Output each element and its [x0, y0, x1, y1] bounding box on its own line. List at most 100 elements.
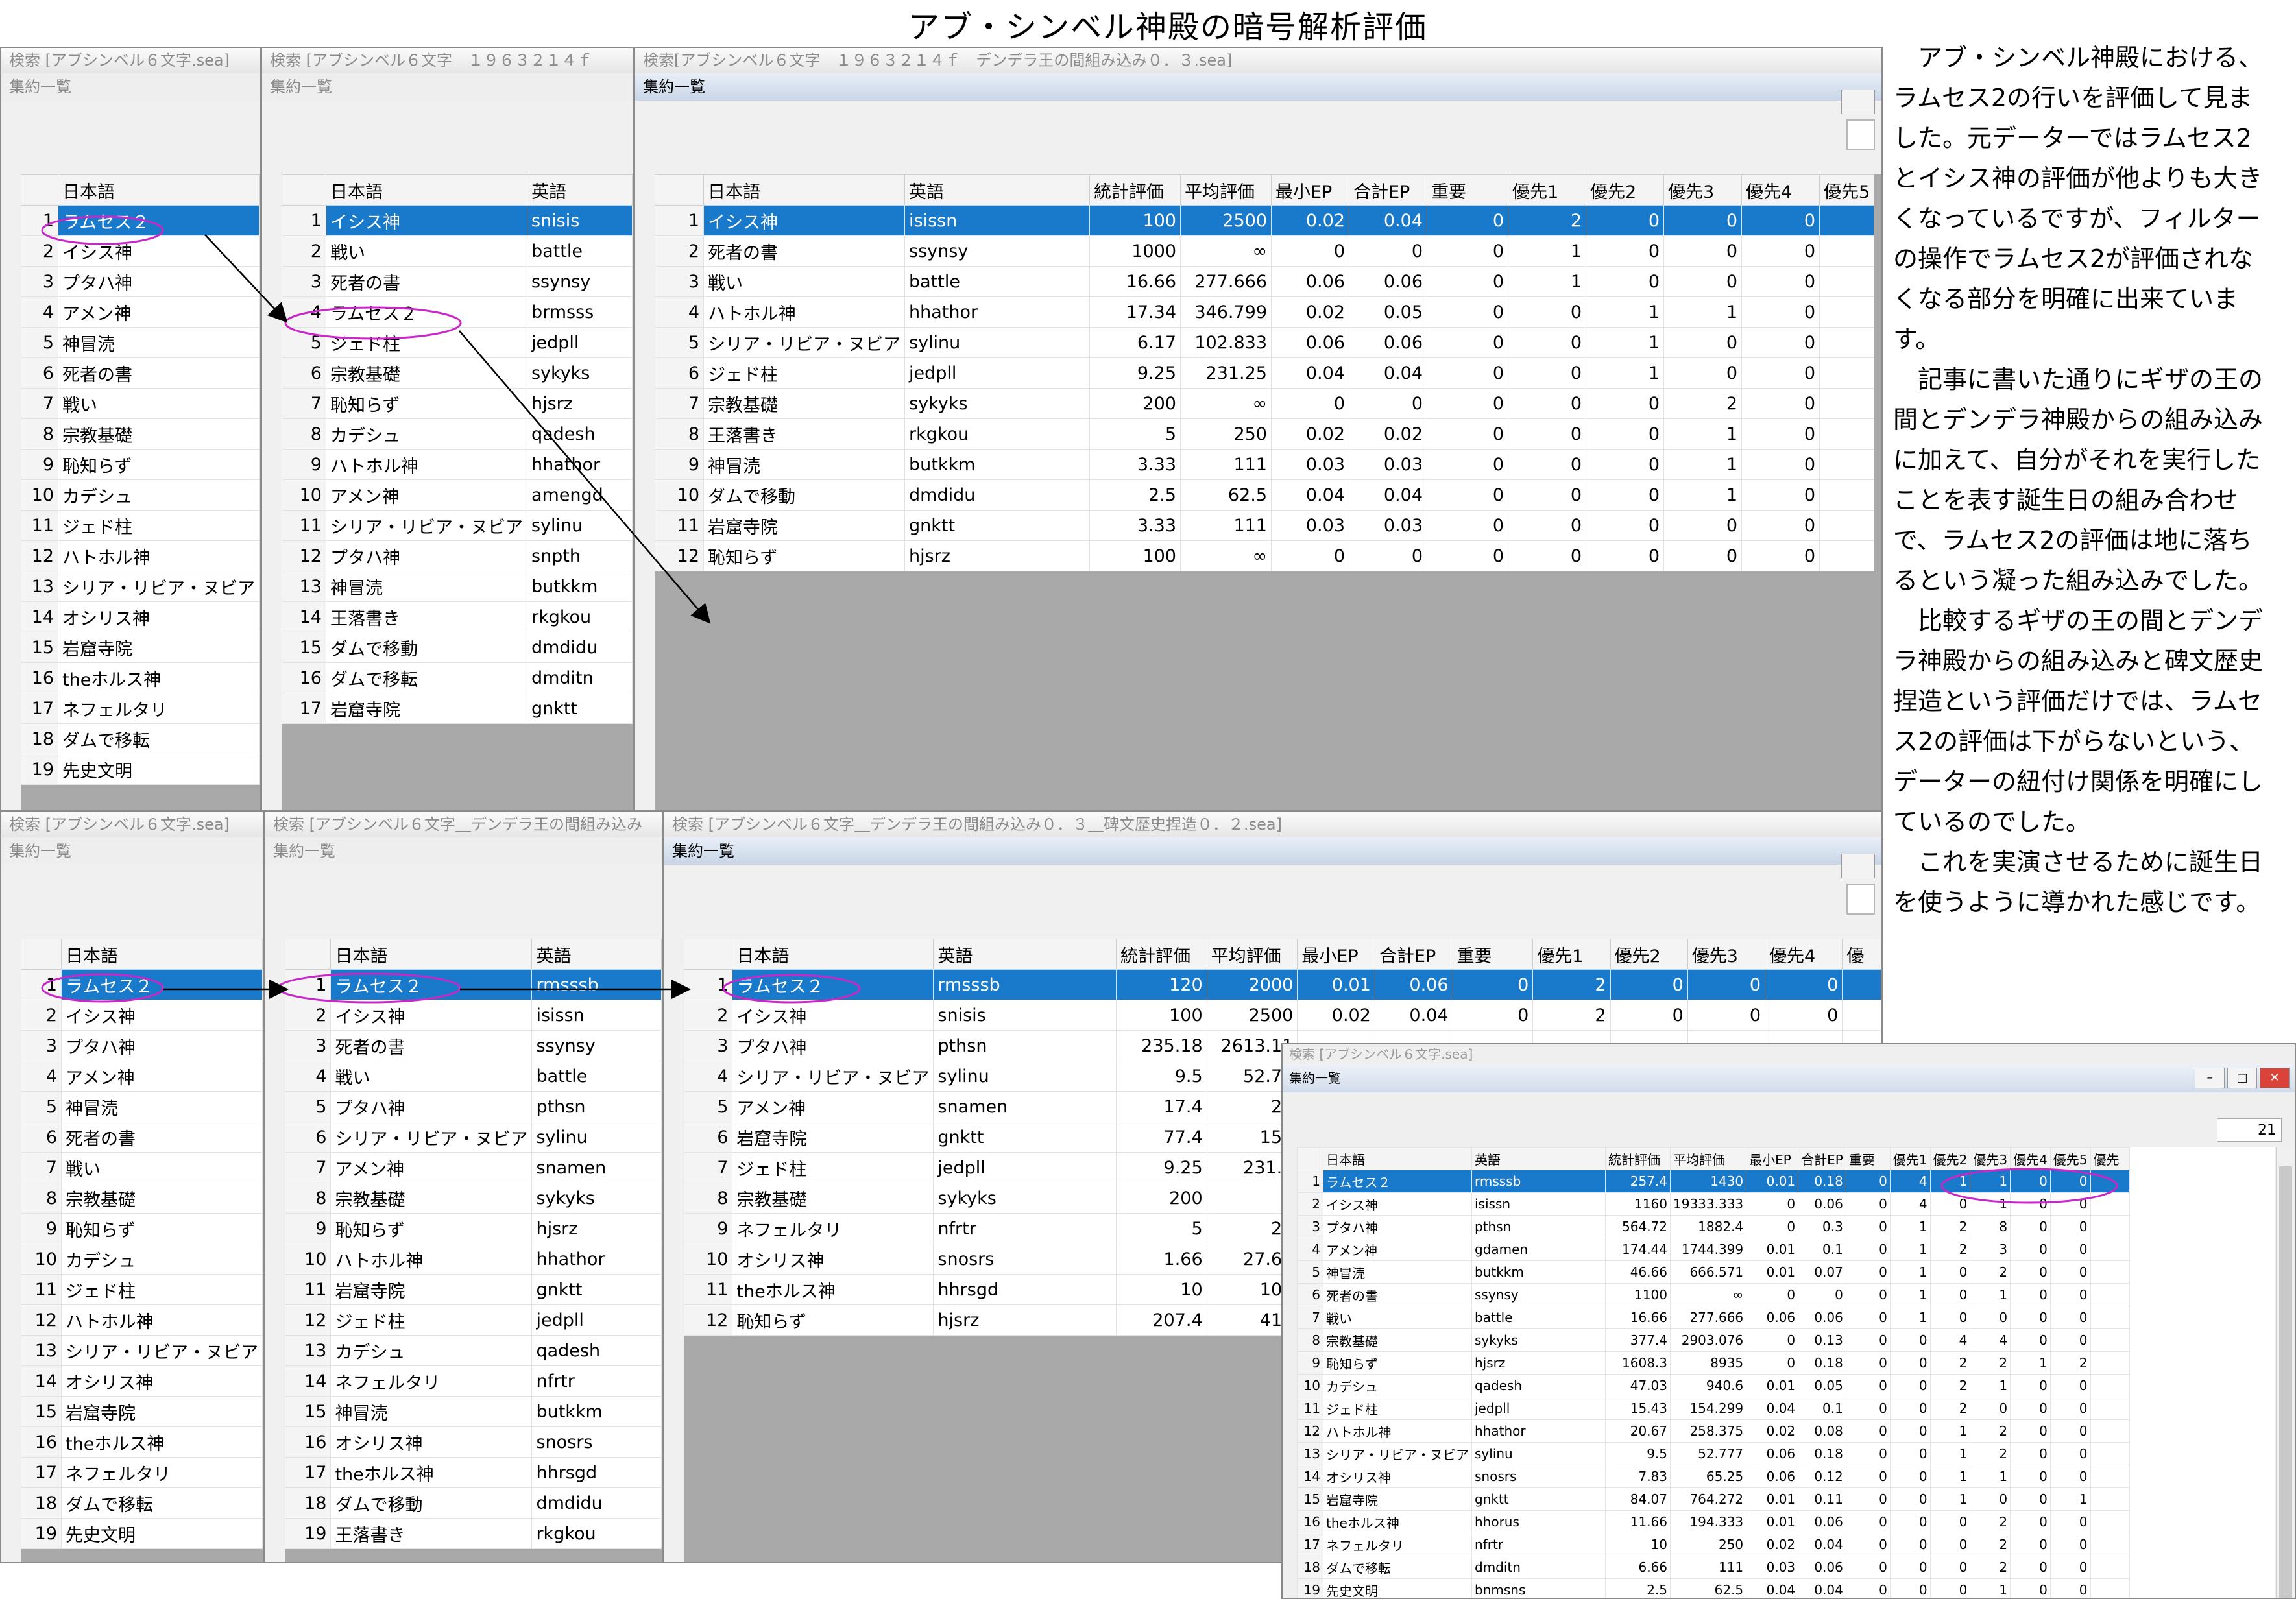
row-number[interactable]: 17: [285, 1457, 332, 1488]
table-row[interactable]: 9 ハトホル神 hhathor: [282, 449, 633, 480]
row-number[interactable]: 2: [655, 235, 704, 267]
table-cell[interactable]: [1819, 235, 1875, 267]
table-cell[interactable]: 0: [1765, 969, 1843, 1000]
table-cell[interactable]: 16.66: [1089, 266, 1181, 297]
table-cell[interactable]: 0: [1687, 1000, 1766, 1031]
table-cell[interactable]: pthsn: [1471, 1215, 1606, 1238]
table-cell[interactable]: 1: [1586, 357, 1664, 389]
row-number[interactable]: 11: [285, 1274, 332, 1305]
table-cell[interactable]: [2090, 1306, 2130, 1329]
table-cell[interactable]: 1: [1970, 1283, 2011, 1306]
table-cell[interactable]: ハトホル神: [325, 449, 527, 480]
table-cell[interactable]: 0: [2010, 1374, 2051, 1397]
table-cell[interactable]: 0: [1508, 449, 1586, 480]
table-cell[interactable]: [2090, 1465, 2130, 1488]
table-cell[interactable]: シリア・リビア・ヌビア: [58, 571, 260, 602]
table-row[interactable]: 7 アメン神 snamen: [285, 1152, 662, 1183]
table-cell[interactable]: 0: [2010, 1215, 2051, 1238]
table-cell[interactable]: 1: [1929, 1465, 1971, 1488]
table-cell[interactable]: 4: [1889, 1192, 1931, 1216]
column-header[interactable]: 統計評価: [1089, 174, 1181, 206]
table-cell[interactable]: 231.25: [1180, 357, 1272, 389]
table-cell[interactable]: 0: [1889, 1419, 1931, 1443]
row-number[interactable]: 2: [21, 235, 58, 267]
table-cell[interactable]: ラムセス２: [325, 296, 527, 328]
table-row[interactable]: 15 岩窟寺院 gnktt 84.07 764.272 0.01 0.11 0 0 1 0 0 1: [1297, 1487, 2130, 1511]
table-cell[interactable]: 1.66: [1116, 1244, 1207, 1275]
table-cell[interactable]: 0: [2049, 1465, 2091, 1488]
table-row[interactable]: 1 イシス神 isissn 100 2500 0.02 0.04 0 2 0 0 0: [655, 205, 1875, 236]
table-cell[interactable]: [2090, 1351, 2130, 1375]
table-cell[interactable]: ジェド柱: [732, 1152, 934, 1183]
table-row[interactable]: 2 イシス神 snisis 100 2500 0.02 0.04 0 2 0 0 0: [684, 1000, 1881, 1031]
row-number-header[interactable]: [684, 939, 733, 970]
table-cell[interactable]: 0.18: [1798, 1170, 1846, 1193]
table-cell[interactable]: 恥知らず: [703, 540, 905, 571]
row-number[interactable]: 8: [1297, 1328, 1323, 1352]
inset-window-title[interactable]: 検索 [アブシンベル６文字.sea]: [1283, 1044, 2295, 1064]
table-row[interactable]: 2 イシス神 isissn: [285, 1000, 662, 1031]
table-cell[interactable]: ∞: [1669, 1283, 1747, 1306]
window-title[interactable]: 検索 [アブシンベル６文字＿１９６３２１４ｆ: [262, 48, 633, 73]
table-cell[interactable]: 0: [2010, 1487, 2051, 1511]
table-cell[interactable]: 1: [1970, 1170, 2011, 1193]
column-header[interactable]: 優先2: [1610, 939, 1688, 970]
column-header[interactable]: 優先3: [1970, 1147, 2011, 1170]
column-header[interactable]: 平均評価: [1669, 1147, 1747, 1170]
row-number[interactable]: 5: [285, 1091, 332, 1122]
table-cell[interactable]: snpth: [526, 540, 633, 571]
table-cell[interactable]: 0: [1508, 296, 1586, 328]
table-cell[interactable]: 0: [1889, 1556, 1931, 1579]
table-cell[interactable]: 0: [1845, 1215, 1891, 1238]
row-number[interactable]: 1: [1297, 1170, 1323, 1193]
table-row[interactable]: 3 プタハ神 pthsn 564.72 1882.4 0 0.3 0 1 2 8 0 0: [1297, 1215, 2130, 1238]
table-cell[interactable]: hjsrz: [526, 388, 633, 419]
table-cell[interactable]: 0: [1586, 418, 1664, 450]
table-cell[interactable]: 0.04: [1271, 479, 1349, 511]
table-cell[interactable]: rmsssb: [933, 969, 1117, 1000]
row-number[interactable]: 9: [684, 1213, 733, 1244]
table-row[interactable]: 1 ラムセス２ rmsssb: [285, 969, 662, 1000]
table-row[interactable]: 12 ハトホル神 hhathor 20.67 258.375 0.02 0.08 0 0 1 2 0 0: [1297, 1419, 2130, 1443]
table-cell[interactable]: 1160: [1605, 1192, 1671, 1216]
table-cell[interactable]: 0: [1929, 1283, 1971, 1306]
table-cell[interactable]: gnktt: [904, 510, 1090, 541]
table-cell[interactable]: ジェド柱: [58, 510, 260, 541]
table-cell[interactable]: 0.07: [1798, 1260, 1846, 1284]
column-header[interactable]: 合計EP: [1374, 939, 1453, 970]
table-cell[interactable]: 1: [1970, 1465, 2011, 1488]
table-cell[interactable]: 0.06: [1374, 969, 1453, 1000]
table-cell[interactable]: sylinu: [904, 327, 1090, 358]
table-row[interactable]: 8 宗教基礎: [21, 418, 260, 450]
table-cell[interactable]: butkkm: [904, 449, 1090, 480]
table-cell[interactable]: [2090, 1510, 2130, 1533]
table-cell[interactable]: 1: [1889, 1283, 1931, 1306]
table-cell[interactable]: 0: [2010, 1306, 2051, 1329]
table-cell[interactable]: プタハ神: [330, 1091, 533, 1122]
table-cell[interactable]: 3.33: [1089, 510, 1181, 541]
table-cell[interactable]: 0: [1427, 205, 1508, 236]
table-cell[interactable]: 0: [1586, 510, 1664, 541]
table-cell[interactable]: 0: [1741, 388, 1820, 419]
table-row[interactable]: 5 神冒涜: [21, 327, 260, 358]
table-cell[interactable]: 1: [1970, 1374, 2011, 1397]
table-cell[interactable]: 0: [2010, 1238, 2051, 1261]
window-title[interactable]: 検索 [アブシンベル６文字.sea]: [1, 48, 260, 73]
table-cell[interactable]: 0: [2049, 1510, 2091, 1533]
table-row[interactable]: 19 王落書き rkgkou: [285, 1518, 662, 1549]
row-number[interactable]: 6: [655, 357, 704, 389]
table-cell[interactable]: 0: [1427, 235, 1508, 267]
table-cell[interactable]: 564.72: [1605, 1215, 1671, 1238]
table-cell[interactable]: hhathor: [531, 1244, 662, 1275]
table-cell[interactable]: 0: [1746, 1351, 1799, 1375]
table-cell[interactable]: sylinu: [933, 1061, 1117, 1092]
row-number[interactable]: 3: [684, 1030, 733, 1061]
column-header[interactable]: 優: [1842, 939, 1881, 970]
table-cell[interactable]: 宗教基礎: [732, 1183, 934, 1214]
table-cell[interactable]: 0: [1687, 969, 1766, 1000]
table-row[interactable]: 13 シリア・リビア・ヌビア sylinu 9.5 52.777 0.06 0.18 0 0 1 2…: [1297, 1442, 2130, 1465]
table-cell[interactable]: 0: [1271, 235, 1349, 267]
table-cell[interactable]: 岩窟寺院: [1323, 1487, 1472, 1511]
row-number[interactable]: 8: [282, 418, 326, 450]
table-cell[interactable]: 0: [1427, 510, 1508, 541]
